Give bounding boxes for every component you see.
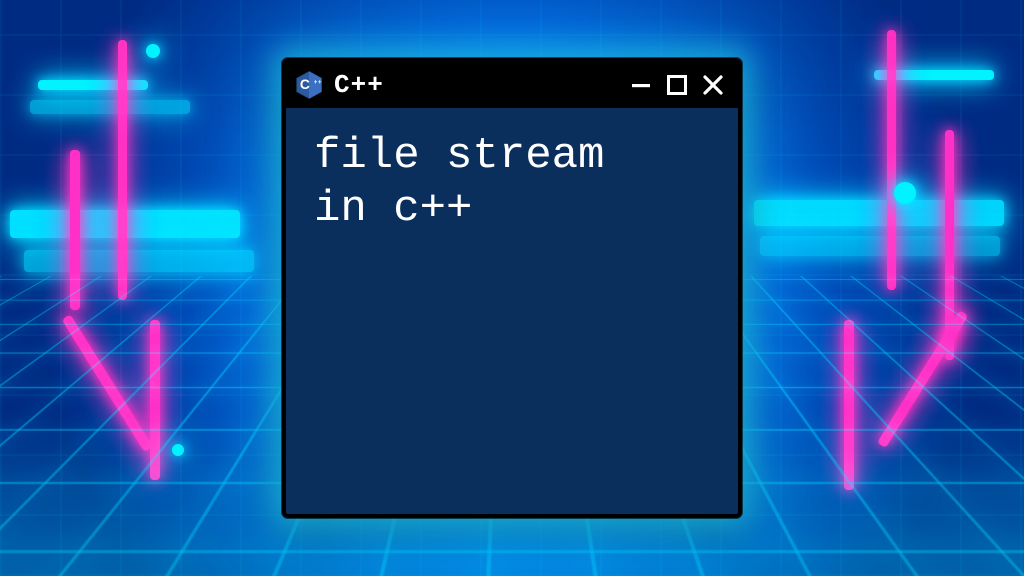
- window-controls: [626, 70, 728, 100]
- svg-text:+: +: [318, 80, 322, 86]
- terminal-body: file stream in c++: [286, 108, 738, 514]
- close-button[interactable]: [698, 70, 728, 100]
- svg-text:C: C: [300, 77, 310, 92]
- titlebar[interactable]: C + + C++: [286, 62, 738, 108]
- minimize-button[interactable]: [626, 70, 656, 100]
- maximize-button[interactable]: [662, 70, 692, 100]
- window-title: C++: [334, 70, 384, 100]
- svg-text:+: +: [314, 80, 318, 86]
- terminal-window: C + + C++ file stream in c++: [282, 58, 742, 518]
- cpp-hex-icon: C + +: [294, 70, 324, 100]
- terminal-text: file stream in c++: [314, 130, 710, 236]
